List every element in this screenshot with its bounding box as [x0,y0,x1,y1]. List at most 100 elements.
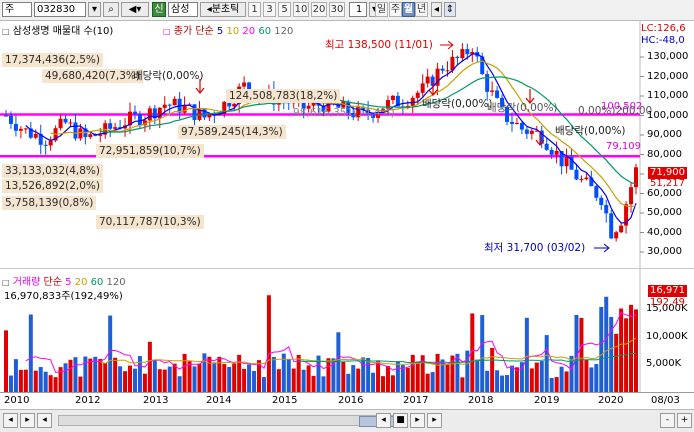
volume-bar [128,365,133,392]
search-icon[interactable]: ⌕ [103,2,119,17]
vma5-line [25,311,637,373]
scroll-left-icon[interactable]: ◂ [37,413,52,428]
volume-bar [579,317,584,392]
candle-body [48,140,53,146]
volume-bar [38,367,43,392]
candle-body [599,197,604,206]
volume-bar [242,368,247,392]
candle-body [554,150,559,155]
volume-bar [500,375,505,392]
candle-body [609,213,614,239]
period-3-button[interactable]: 3 [263,2,276,17]
stop-icon[interactable]: ■ [393,413,408,428]
play-forward-icon[interactable]: ▸ [427,413,442,428]
play-back-icon[interactable]: ◂ [376,413,391,428]
updown-arrow-icon[interactable]: ⇕ [444,2,456,17]
scroll-left-end-icon[interactable]: ◂ [3,413,18,428]
volume-bar [197,363,202,392]
volume-bar [88,358,93,392]
volume-bar [147,341,152,392]
volume-bar [113,357,118,392]
volume-bar [415,361,420,392]
candle-body [440,68,445,71]
period-day-button[interactable]: 일 [375,2,388,17]
scroll-right-icon[interactable]: ▸ [20,413,35,428]
volume-bar [187,361,192,392]
code-input[interactable]: 032830 [34,2,86,17]
speaker-icon[interactable]: ◀▾ [121,2,149,17]
period-10-button[interactable]: 10 [293,2,309,17]
price-axis-label: 40,000 [647,226,682,238]
candle-body [420,83,425,93]
volume-bar [321,376,326,392]
candle-body [137,114,142,126]
volume-bar [217,356,222,392]
dropdown-arrow-icon[interactable]: ▾ [88,2,101,17]
volume-profile-label: 5,758,139(0,8%) [2,196,97,210]
market-select[interactable]: 주 [2,2,32,17]
period-month-button[interactable]: 월 [402,2,415,17]
period-30-button[interactable]: 30 [329,2,345,17]
line-100502-label: 100,502 [601,101,643,112]
unit-input[interactable]: 1 [349,2,367,17]
tick-period-button[interactable]: ◂분초틱 [200,2,246,17]
volume-bar [53,377,58,392]
candle-body [390,95,395,101]
candle-body [58,118,63,129]
volume-bar [614,333,619,392]
candle-body [33,133,38,138]
volume-bar [13,359,18,392]
candle-body [455,56,460,59]
volume-bar [247,364,252,392]
volume-collapse-icon[interactable]: □ [2,278,10,287]
volume-bar [584,359,589,392]
volume-bar [460,377,465,392]
x-axis-label: 2019 [534,395,560,406]
price-axis-label: 50,000 [647,207,682,218]
volume-bar [554,377,559,392]
period-5-button[interactable]: 5 [278,2,291,17]
volume-bar [351,365,356,392]
price-panel-title: □ 삼성생명 매물대 수(10) [2,26,114,37]
volume-bar [589,367,594,392]
play-icon[interactable]: ▸ [410,413,425,428]
volume-bar [336,332,341,392]
volume-bar [152,360,157,392]
volume-bar [425,373,430,392]
volume-last-value: 16,970,833주(192,49%) [4,291,123,302]
period-year-button[interactable]: 년 [415,2,428,17]
volume-bar [385,365,390,392]
candle-body [629,187,634,205]
price-axis-label: 120,000 [647,70,689,82]
volume-current-box: 16,971 [648,285,687,297]
volume-bar [311,375,316,392]
volume-bar [8,375,13,392]
candle-body [23,128,28,130]
volume-bar [366,357,371,392]
volume-bar [252,370,257,392]
volume-profile-label: 124,508,783(18,2%) [226,89,341,103]
volume-bar [142,373,147,392]
collapse-icon[interactable]: □ [2,27,10,36]
price-axis-label: 110,000 [647,90,689,101]
min-price-label: 최저 31,700 (03/02) [484,242,586,254]
candle-body [614,232,619,239]
volume-bar [276,369,281,392]
period-1-button[interactable]: 1 [248,2,261,17]
candle-body [460,49,465,59]
period-20-button[interactable]: 20 [311,2,327,17]
candle-body [490,90,495,92]
volume-bar [286,359,291,392]
volume-bar [371,372,376,392]
scroll-track[interactable] [58,415,403,427]
zoom-in-icon[interactable]: + [677,413,692,428]
candle-body [68,122,73,124]
period-week-button[interactable]: 주 [389,2,402,17]
prev-arrow-icon[interactable]: ◂ [431,2,442,17]
volume-bar [291,368,296,392]
x-axis-label: 2012 [75,395,101,406]
volume-bar [529,368,534,392]
zoom-out-icon[interactable]: - [660,413,675,428]
volume-bar [93,356,98,392]
candle-body [415,92,420,98]
